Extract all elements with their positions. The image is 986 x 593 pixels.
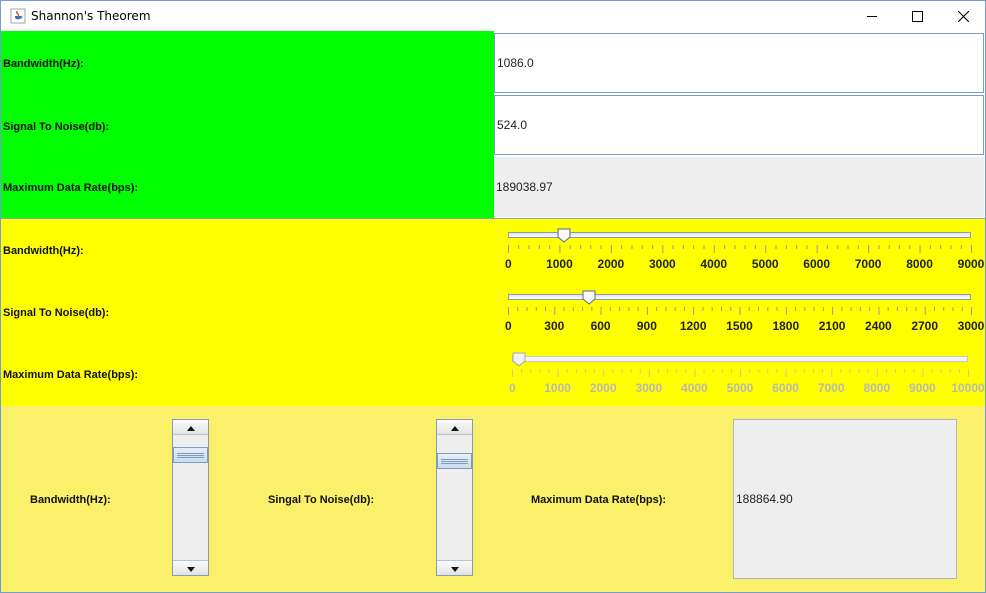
slider-tick-label: 5000	[751, 257, 779, 271]
bandwidth-scroll-label: Bandwidth(Hz):	[30, 494, 111, 506]
app-window: Shannon's Theorem Bandwidth(Hz): 1086.0 …	[0, 0, 986, 593]
scroll-up-button[interactable]	[437, 420, 472, 435]
bandwidth-slider-label: Bandwidth(Hz):	[3, 245, 84, 257]
slider-thumb[interactable]	[582, 290, 596, 305]
slider-tick-label: 5000	[726, 381, 754, 395]
close-button[interactable]	[940, 1, 985, 31]
arrow-down-icon	[450, 559, 459, 577]
scroll-up-button[interactable]	[173, 420, 208, 435]
slider-tick-label: 2700	[911, 319, 939, 333]
slider-tick-label: 10000	[951, 381, 985, 395]
snr-slider-label: Signal To Noise(db):	[3, 307, 110, 319]
java-coffee-icon	[10, 8, 26, 24]
slider-tick-label: 9000	[909, 381, 936, 395]
snr-scrollbar[interactable]	[436, 419, 473, 576]
slider-tick-label: 1200	[679, 319, 707, 333]
slider-tick-label: 8000	[863, 381, 891, 395]
slider-tick-label: 300	[544, 319, 565, 333]
slider-tick-label: 2000	[597, 257, 625, 271]
max-rate-slider: 0 1000 2000 3000 4000 5000 6000 7000 8000 9000 100…	[509, 352, 985, 397]
slider-tick-label: 6000	[772, 381, 799, 395]
title-bar[interactable]: Shannon's Theorem	[1, 1, 985, 31]
slider-tick-label: 6000	[803, 257, 831, 271]
window-title: Shannon's Theorem	[31, 9, 151, 23]
slider-tick-label: 600	[590, 319, 611, 333]
scrollbar-panel: Bandwidth(Hz): Singal To Noise(db): Maxi…	[1, 406, 985, 592]
slider-tick-label: 9000	[957, 257, 985, 271]
minimize-icon	[866, 11, 878, 22]
close-icon	[957, 10, 969, 22]
max-rate-label: Maximum Data Rate(bps):	[3, 182, 139, 194]
max-rate-result: 188864.90	[733, 419, 957, 579]
maximize-icon	[911, 10, 923, 22]
minimize-button[interactable]	[849, 1, 895, 31]
snr-scroll-label: Singal To Noise(db):	[268, 494, 375, 506]
scroll-thumb[interactable]	[173, 447, 208, 464]
maximize-button[interactable]	[894, 1, 940, 31]
slider-tick-label: 0	[509, 381, 516, 395]
slider-tick-label: 1800	[772, 319, 800, 333]
slider-tick-label: 3000	[648, 257, 676, 271]
slider-tick-label: 2000	[589, 381, 617, 395]
slider-tick-label: 2100	[818, 319, 846, 333]
bandwidth-slider[interactable]: 0 1000 2000 3000 4000 5000 6000 7000 8000 9000	[505, 228, 984, 273]
scroll-thumb[interactable]	[437, 452, 472, 469]
slider-tick-label: 4000	[681, 381, 708, 395]
slider-thumb	[512, 352, 526, 367]
slider-tick-label: 1000	[544, 381, 571, 395]
slider-track[interactable]	[512, 356, 968, 362]
slider-tick-label: 4000	[700, 257, 728, 271]
max-rate-slider-label: Maximum Data Rate(bps):	[3, 369, 139, 381]
snr-label: Signal To Noise(db):	[3, 121, 110, 133]
slider-ticks	[508, 307, 972, 315]
bandwidth-scrollbar[interactable]	[172, 419, 209, 576]
arrow-down-icon	[186, 559, 195, 577]
slider-tick-label: 0	[505, 319, 512, 333]
slider-track[interactable]	[508, 232, 971, 238]
arrow-up-icon	[186, 418, 195, 436]
slider-ticks	[508, 245, 972, 253]
slider-tick-label: 3000	[957, 319, 985, 333]
arrow-up-icon	[450, 418, 459, 436]
scroll-down-button[interactable]	[173, 560, 208, 575]
bandwidth-input[interactable]: 1086.0	[494, 33, 984, 93]
slider-thumb[interactable]	[557, 228, 571, 243]
slider-tick-label: 900	[636, 319, 657, 333]
slider-ticks	[512, 369, 969, 377]
slider-tick-label: 2400	[865, 319, 892, 333]
max-rate-scroll-label: Maximum Data Rate(bps):	[531, 494, 667, 506]
slider-tick-label: 3000	[635, 381, 663, 395]
slider-tick-label: 1500	[726, 319, 753, 333]
max-rate-output: 189038.97	[494, 157, 984, 217]
slider-tick-label: 1000	[546, 257, 573, 271]
snr-slider[interactable]: 0 300 600 900 1200 1500 1800 2100 2400 2700 3000	[505, 290, 984, 335]
slider-tick-label: 0	[505, 257, 512, 271]
bandwidth-label: Bandwidth(Hz):	[3, 58, 84, 70]
slider-tick-label: 7000	[817, 381, 845, 395]
slider-tick-label: 7000	[854, 257, 882, 271]
slider-tick-label: 8000	[906, 257, 933, 271]
scroll-down-button[interactable]	[437, 560, 472, 575]
snr-input[interactable]: 524.0	[494, 95, 984, 155]
slider-track[interactable]	[508, 294, 971, 300]
